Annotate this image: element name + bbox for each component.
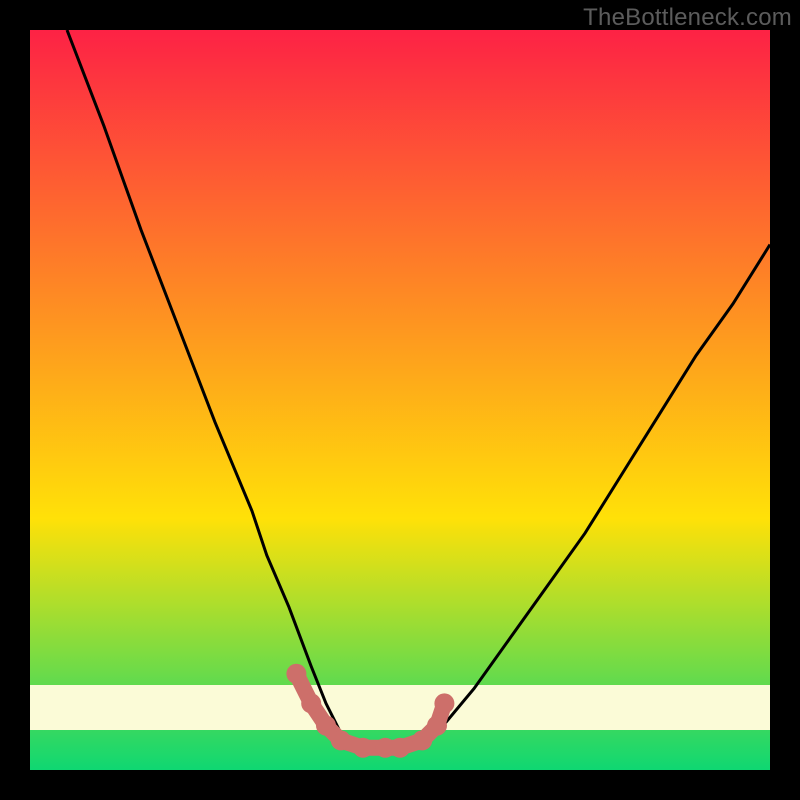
marker-dot <box>331 730 351 750</box>
watermark-text: TheBottleneck.com <box>583 4 792 32</box>
marker-dot <box>353 738 373 758</box>
chart-frame: TheBottleneck.com <box>0 0 800 800</box>
gradient-bg <box>30 30 770 770</box>
marker-dot <box>390 738 410 758</box>
marker-dot <box>427 716 447 736</box>
marker-dot <box>316 716 336 736</box>
chart-svg <box>30 30 770 770</box>
plot-area <box>30 30 770 770</box>
marker-dot <box>412 730 432 750</box>
marker-dot <box>286 664 306 684</box>
marker-dot <box>434 693 454 713</box>
bottom-band <box>30 685 770 730</box>
marker-dot <box>301 693 321 713</box>
